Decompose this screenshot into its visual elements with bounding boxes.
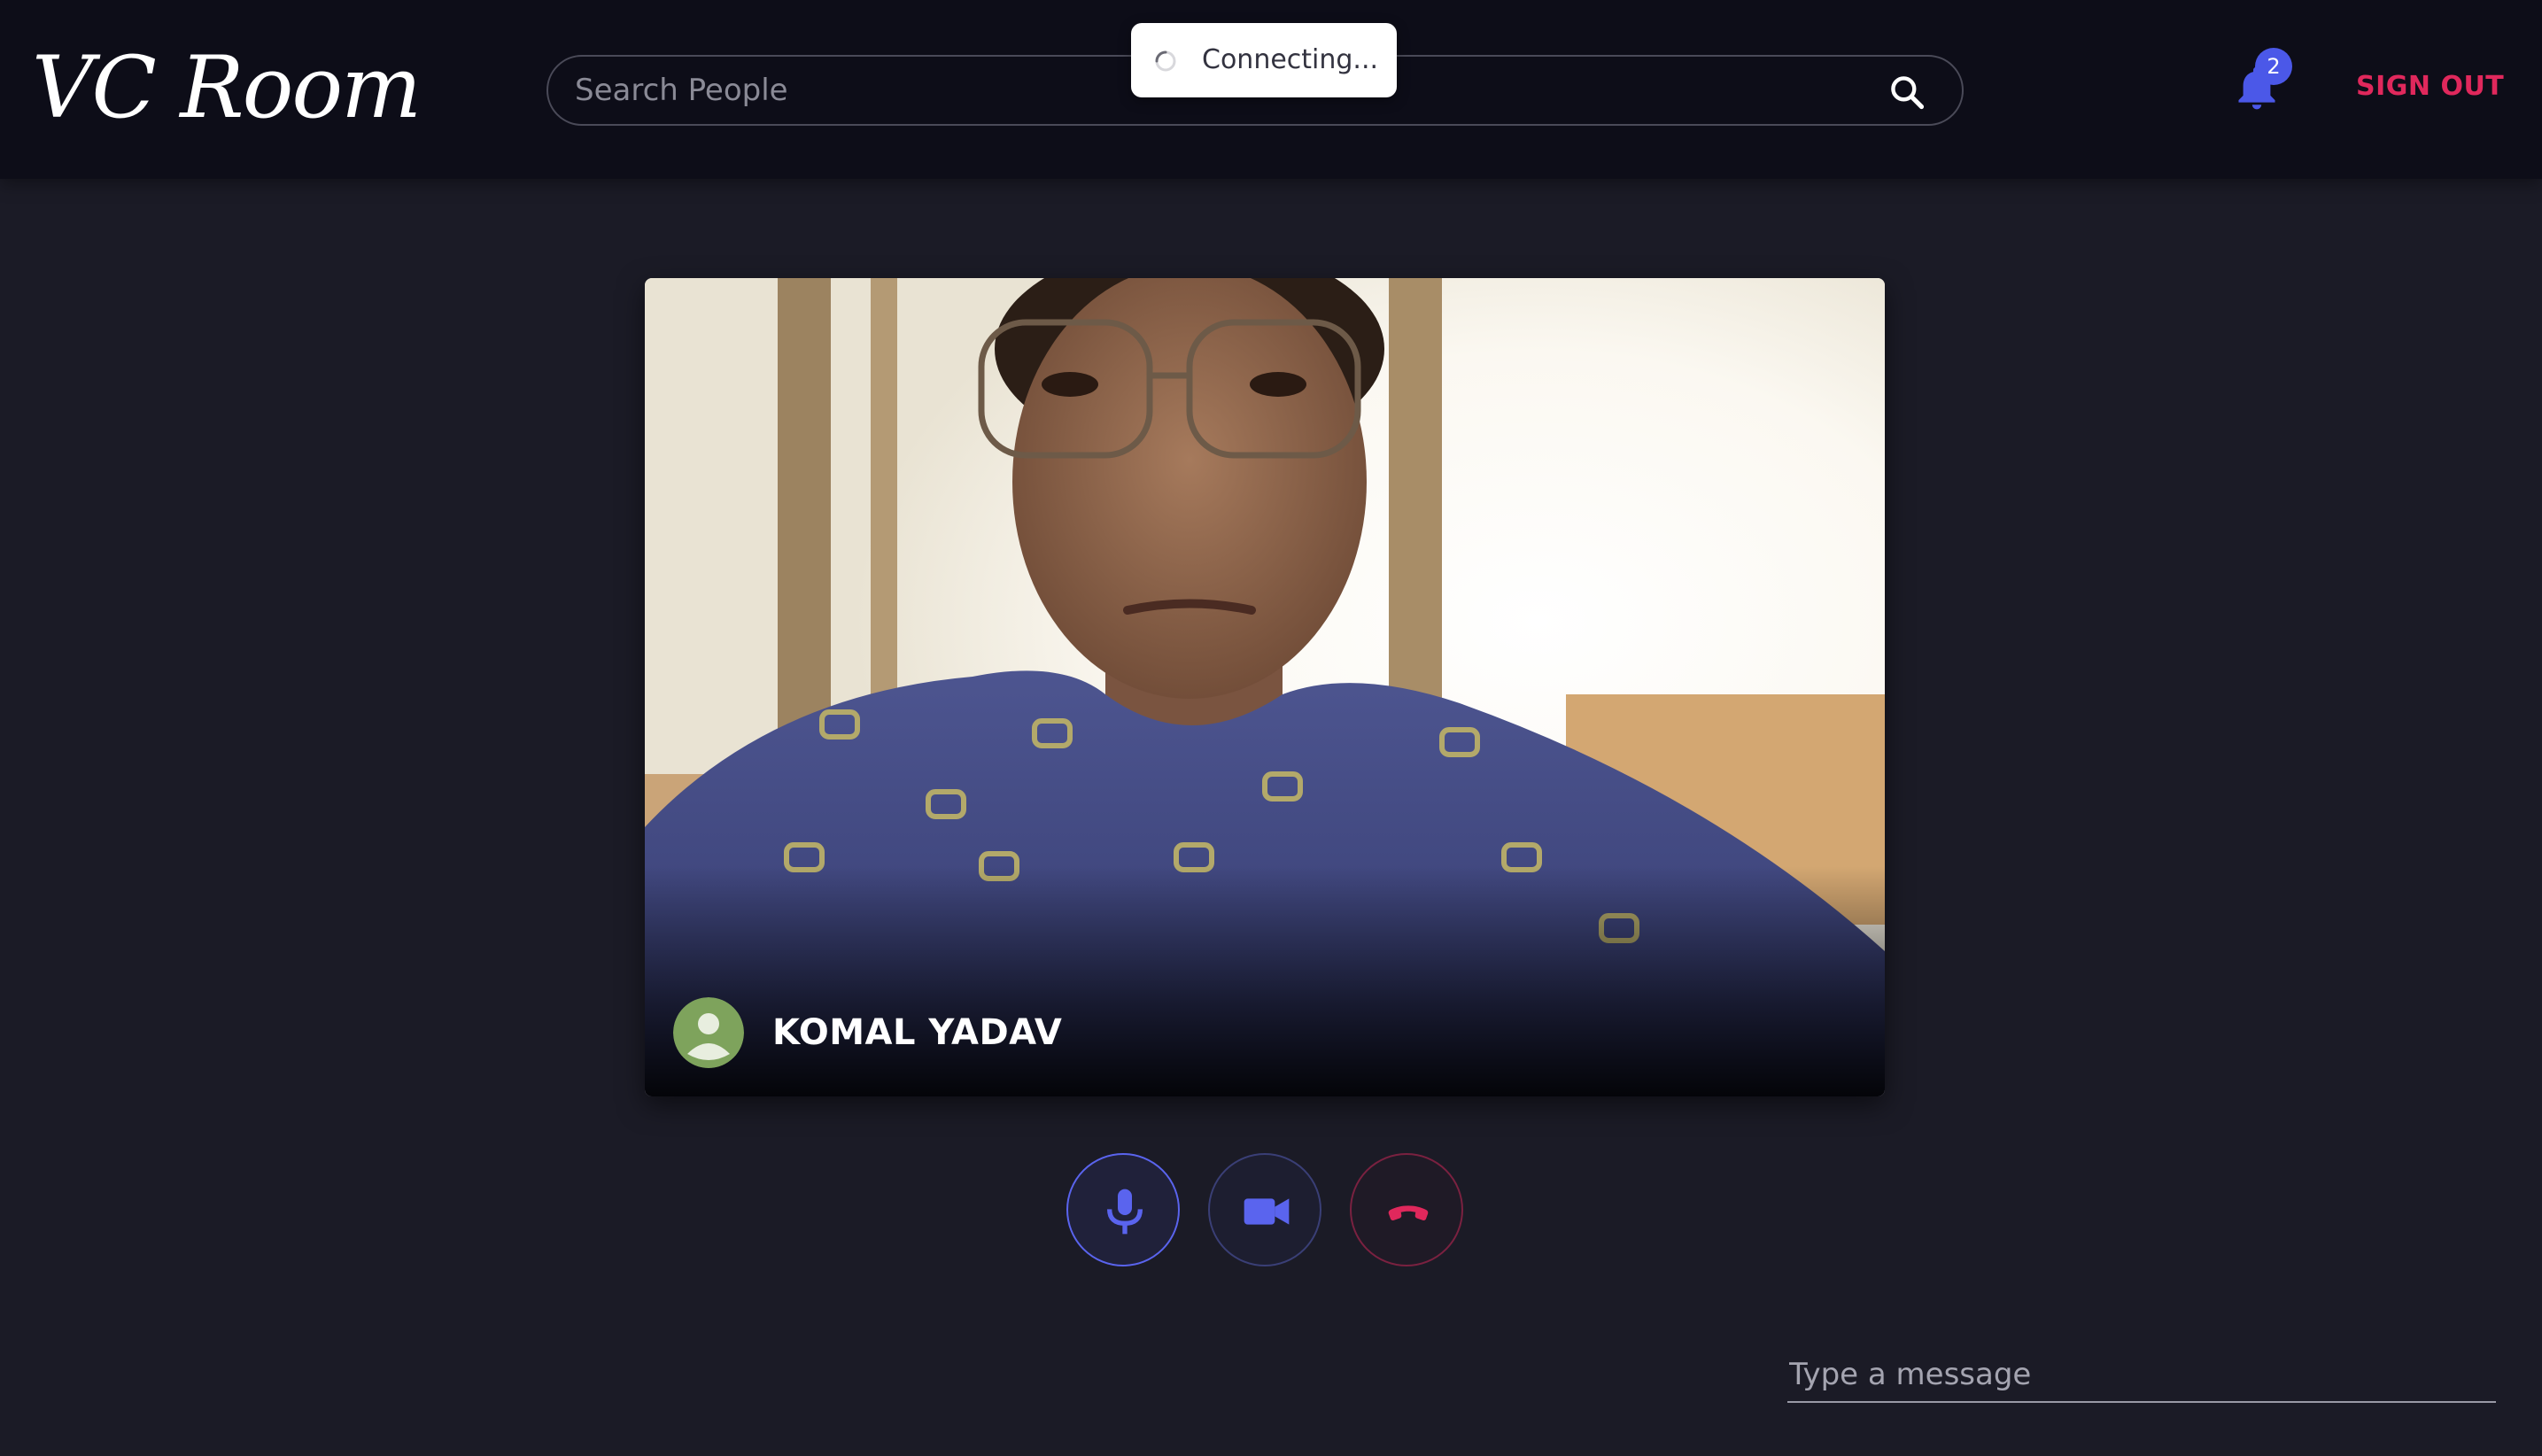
mute-microphone-button[interactable] [1066,1153,1180,1266]
toggle-camera-button[interactable] [1208,1153,1321,1266]
microphone-icon [1107,1189,1143,1235]
chat-message-field [1787,1350,2496,1403]
search-icon[interactable] [1887,73,1926,112]
participant-name: KOMAL YADAV [772,1012,1063,1053]
toast-message: Connecting... [1202,44,1379,75]
connecting-toast: Connecting... [1131,23,1397,97]
end-call-button[interactable] [1350,1153,1463,1266]
video-camera-icon [1244,1198,1290,1225]
hang-up-icon [1388,1205,1429,1221]
sign-out-button[interactable]: SIGN OUT [2356,62,2504,112]
participant-video-tile: KOMAL YADAV [645,278,1885,1096]
loading-spinner-icon [1154,50,1177,73]
message-input[interactable] [1787,1350,2496,1399]
notification-count-badge: 2 [2255,48,2292,85]
app-logo[interactable]: VC Room [32,30,422,145]
participant-avatar-icon [673,997,744,1068]
